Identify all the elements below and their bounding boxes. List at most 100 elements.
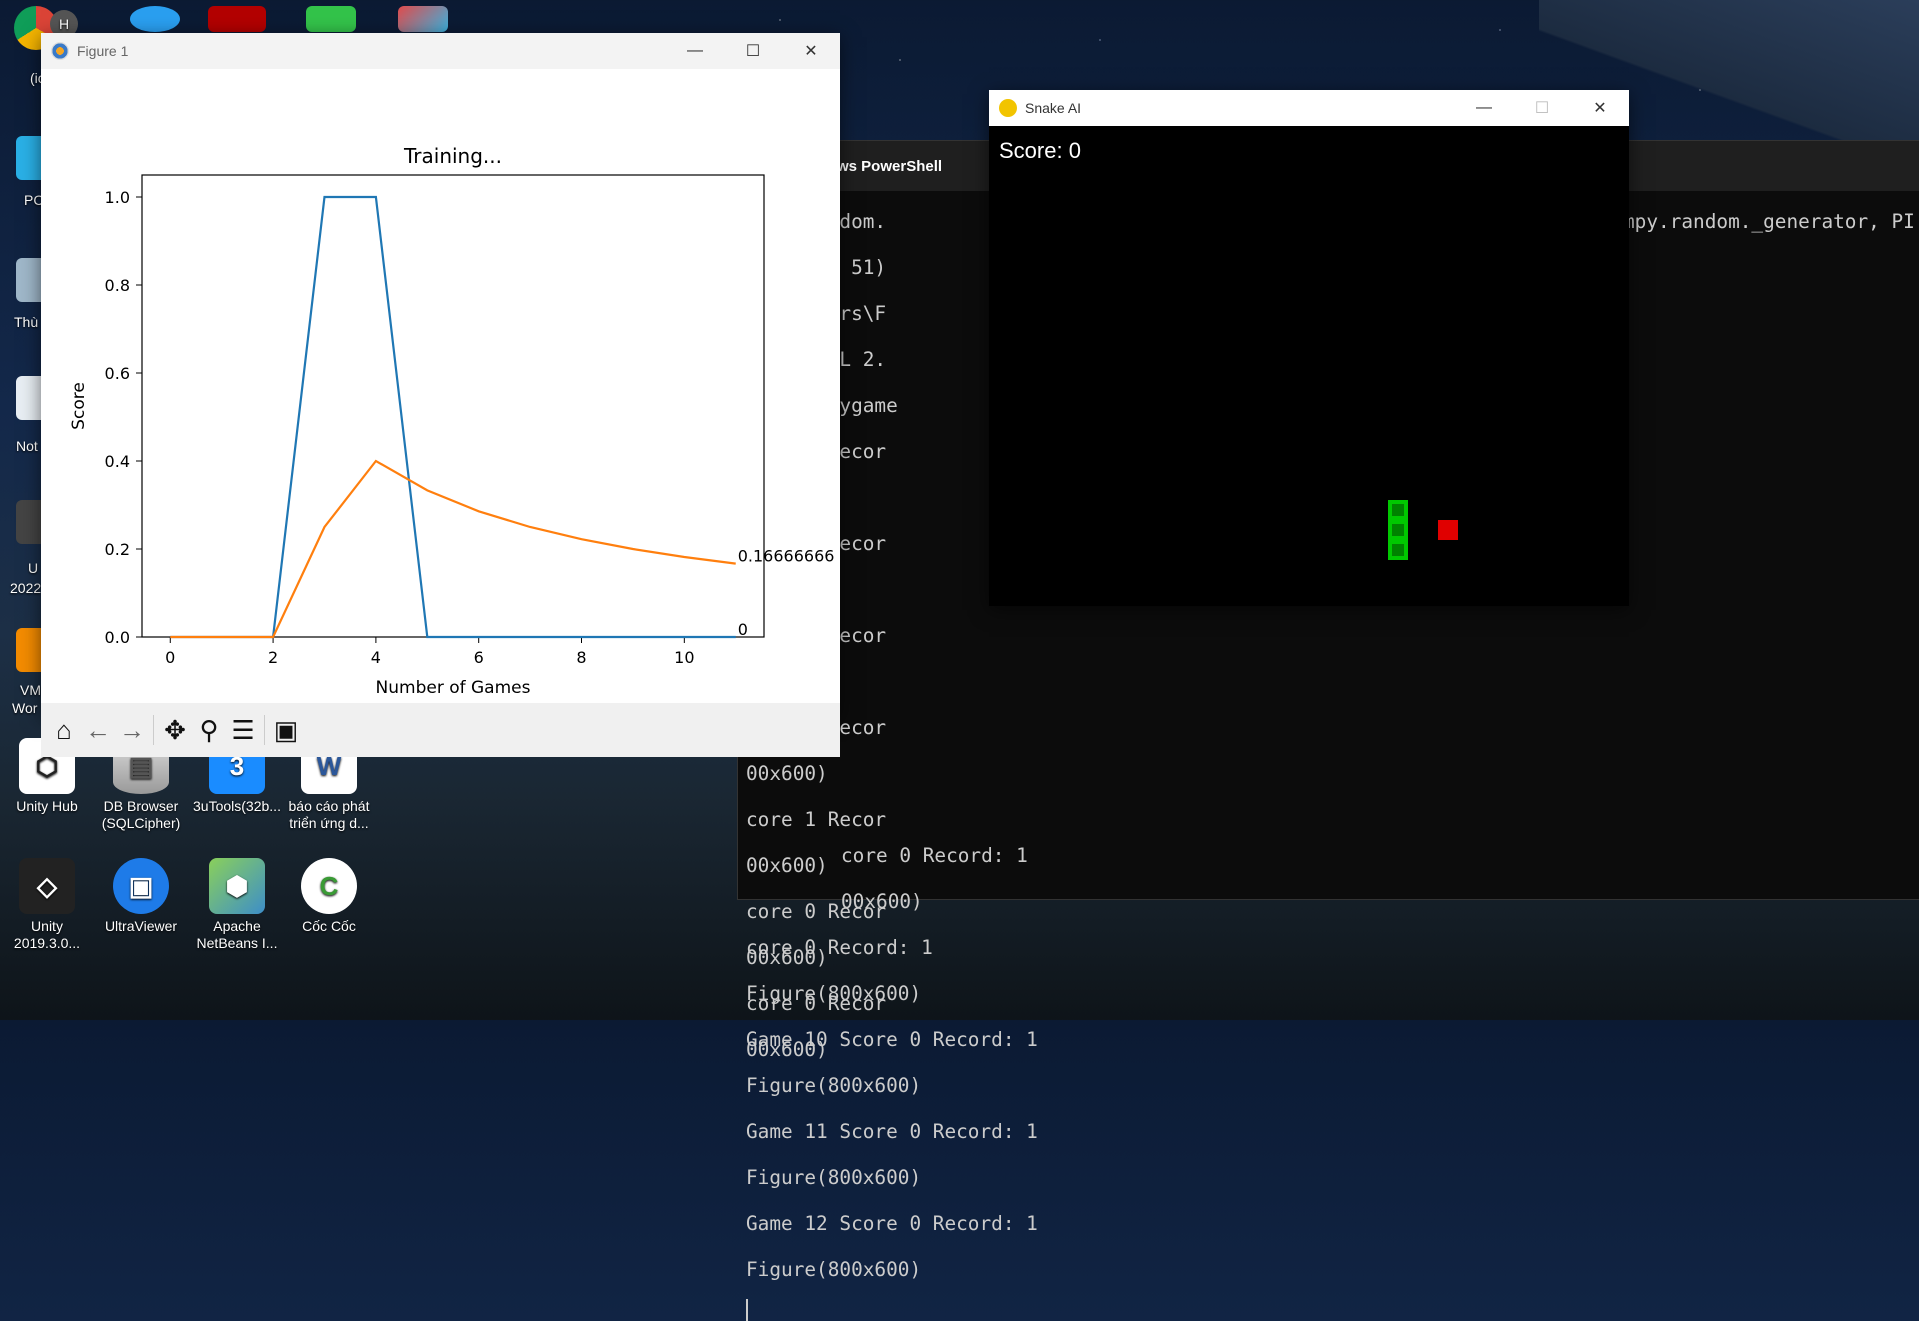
terminal-line: Figure(800x600) <box>746 1074 922 1097</box>
msi-dragon-icon <box>208 6 266 32</box>
x-tick-label: 6 <box>474 648 484 667</box>
zoom-icon: ⚲ <box>199 714 219 745</box>
desktop-icon-label: báo cáo phát triển ứng d... <box>288 798 370 831</box>
pan-button[interactable]: ✥ <box>158 713 192 747</box>
terminal-line: core 0 Record: 1 <box>746 936 933 959</box>
segment-inner <box>1392 544 1404 556</box>
segment-inner <box>1392 524 1404 536</box>
netbeans-icon: ⬢ <box>209 858 265 914</box>
home-button[interactable]: ⌂ <box>47 713 81 747</box>
x-tick-label: 8 <box>576 648 586 667</box>
desktop-icon-label: UltraViewer <box>104 918 178 934</box>
y-tick-label: 1.0 <box>105 188 130 207</box>
app-shortcut-green[interactable] <box>306 6 356 32</box>
terminal-line: Game 10 Score 0 Record: 1 <box>746 1028 1038 1051</box>
powershell-tab-label[interactable]: ws PowerShell <box>837 158 942 175</box>
save-icon: ▣ <box>273 714 299 745</box>
y-tick-label: 0.4 <box>105 452 130 471</box>
zoom-button[interactable]: ⚲ <box>192 713 226 747</box>
snake-segment <box>1388 540 1408 560</box>
y-tick-label: 0.6 <box>105 364 130 383</box>
food <box>1438 520 1458 540</box>
desktop-icon-label: Unity Hub <box>16 798 78 814</box>
chart-title: Training... <box>403 144 502 168</box>
browser-shortcut[interactable] <box>130 6 180 32</box>
figure-window[interactable]: Figure 1 — ☐ ✕ Training... 0 2 4 6 8 10 0.0 0.2 0… <box>41 33 840 757</box>
x-tick-label: 2 <box>268 648 278 667</box>
snake-titlebar[interactable]: Snake AI — ☐ ✕ <box>989 90 1629 126</box>
globe-icon <box>130 6 180 32</box>
maximize-icon: ☐ <box>745 43 761 60</box>
partial-label-thu: Thù <box>14 314 39 330</box>
desktop-icon-coccoc[interactable]: C Cốc Cốc <box>284 858 374 935</box>
x-axis-label: Number of Games <box>376 678 531 698</box>
desktop-icon-ultraviewer[interactable]: ▣ UltraViewer <box>96 858 186 935</box>
partial-label-2022: 2022 <box>10 580 42 596</box>
terminal-line: Figure(800x600) <box>746 1166 922 1189</box>
score-text: Score: 0 <box>999 138 1081 163</box>
configure-icon: ☰ <box>231 714 255 745</box>
desktop-icon-label: Unity 2019.3.0... <box>13 918 81 951</box>
colorful-app-icon <box>398 6 448 32</box>
snake-window[interactable]: Snake AI — ☐ ✕ Score: 0 <box>989 90 1629 606</box>
desktop-icon-unity[interactable]: ◇ Unity 2019.3.0... <box>2 858 92 952</box>
save-button[interactable]: ▣ <box>269 713 303 747</box>
green-app-icon <box>306 6 356 32</box>
partial-label-wor: Wor <box>12 700 38 716</box>
maximize-button[interactable]: ☐ <box>724 33 782 69</box>
minimize-button[interactable]: — <box>1455 90 1513 126</box>
x-tick-label: 10 <box>674 648 694 667</box>
snake-segment <box>1388 500 1408 520</box>
powershell-output-lines: core 0 Record: 1 00x600) core 0 Record: 1 F… <box>746 833 1038 1293</box>
close-button[interactable]: ✕ <box>782 33 840 69</box>
minimize-icon: — <box>687 42 703 59</box>
toolbar-divider <box>264 715 265 745</box>
coccoc-icon: C <box>301 858 357 914</box>
desktop-icon-label: DB Browser (SQLCipher) <box>101 798 181 831</box>
desktop-icon-label: Cốc Cốc <box>302 918 356 934</box>
forward-icon: → <box>119 714 145 745</box>
avatar-letter: H <box>58 16 70 32</box>
desktop-icon-netbeans[interactable]: ⬢ Apache NetBeans I... <box>192 858 282 952</box>
forward-button[interactable]: → <box>115 713 149 747</box>
x-tick-label: 4 <box>371 648 381 667</box>
data-annotation: 0.16666666 <box>738 547 835 566</box>
x-tick-label: 0 <box>165 648 175 667</box>
unity-icon: ◇ <box>19 858 75 914</box>
axes-frame <box>141 174 765 638</box>
data-annotation: 0 <box>738 620 748 639</box>
app-shortcut-red[interactable] <box>208 6 266 32</box>
desktop-icon-label: 3uTools(32b... <box>193 798 281 814</box>
y-axis-label: Score <box>69 382 89 430</box>
matplotlib-icon <box>51 42 69 60</box>
training-chart[interactable]: Training... 0 2 4 6 8 10 0.0 0.2 0.4 0.6 0.8 1.0 Numb… <box>41 69 840 703</box>
terminal-line: Figure(800x600) <box>746 982 922 1005</box>
snake-segment <box>1388 520 1408 540</box>
close-icon: ✕ <box>1593 100 1607 117</box>
back-icon: ← <box>85 714 111 745</box>
configure-button[interactable]: ☰ <box>226 713 260 747</box>
pygame-icon <box>999 99 1017 117</box>
partial-label-vm: VM <box>20 682 41 698</box>
y-tick-label: 0.0 <box>105 628 130 647</box>
terminal-cursor <box>746 1299 748 1321</box>
terminal-line: Game 12 Score 0 Record: 1 <box>746 1212 1038 1235</box>
minimize-button[interactable]: — <box>666 33 724 69</box>
close-icon: ✕ <box>804 43 818 60</box>
pan-icon: ✥ <box>164 714 186 745</box>
snake-title: Snake AI <box>1025 100 1082 116</box>
figure-toolbar: ⌂ ← → ✥ ⚲ ☰ ▣ <box>41 703 840 757</box>
maximize-icon: ☐ <box>1534 100 1550 117</box>
terminal-line: 00x600) <box>746 762 828 785</box>
close-button[interactable]: ✕ <box>1571 90 1629 126</box>
terminal-line: Game 11 Score 0 Record: 1 <box>746 1120 1038 1143</box>
figure-title: Figure 1 <box>77 43 129 59</box>
terminal-line: core 0 Record: 1 <box>841 844 1028 867</box>
partial-label-not: Not <box>16 438 38 454</box>
app-shortcut-diamond[interactable] <box>398 6 448 32</box>
maximize-button[interactable]: ☐ <box>1513 90 1571 126</box>
home-icon: ⌂ <box>56 714 72 745</box>
terminal-line: 00x600) <box>841 890 923 913</box>
back-button[interactable]: ← <box>81 713 115 747</box>
figure-titlebar[interactable]: Figure 1 — ☐ ✕ <box>41 33 840 69</box>
